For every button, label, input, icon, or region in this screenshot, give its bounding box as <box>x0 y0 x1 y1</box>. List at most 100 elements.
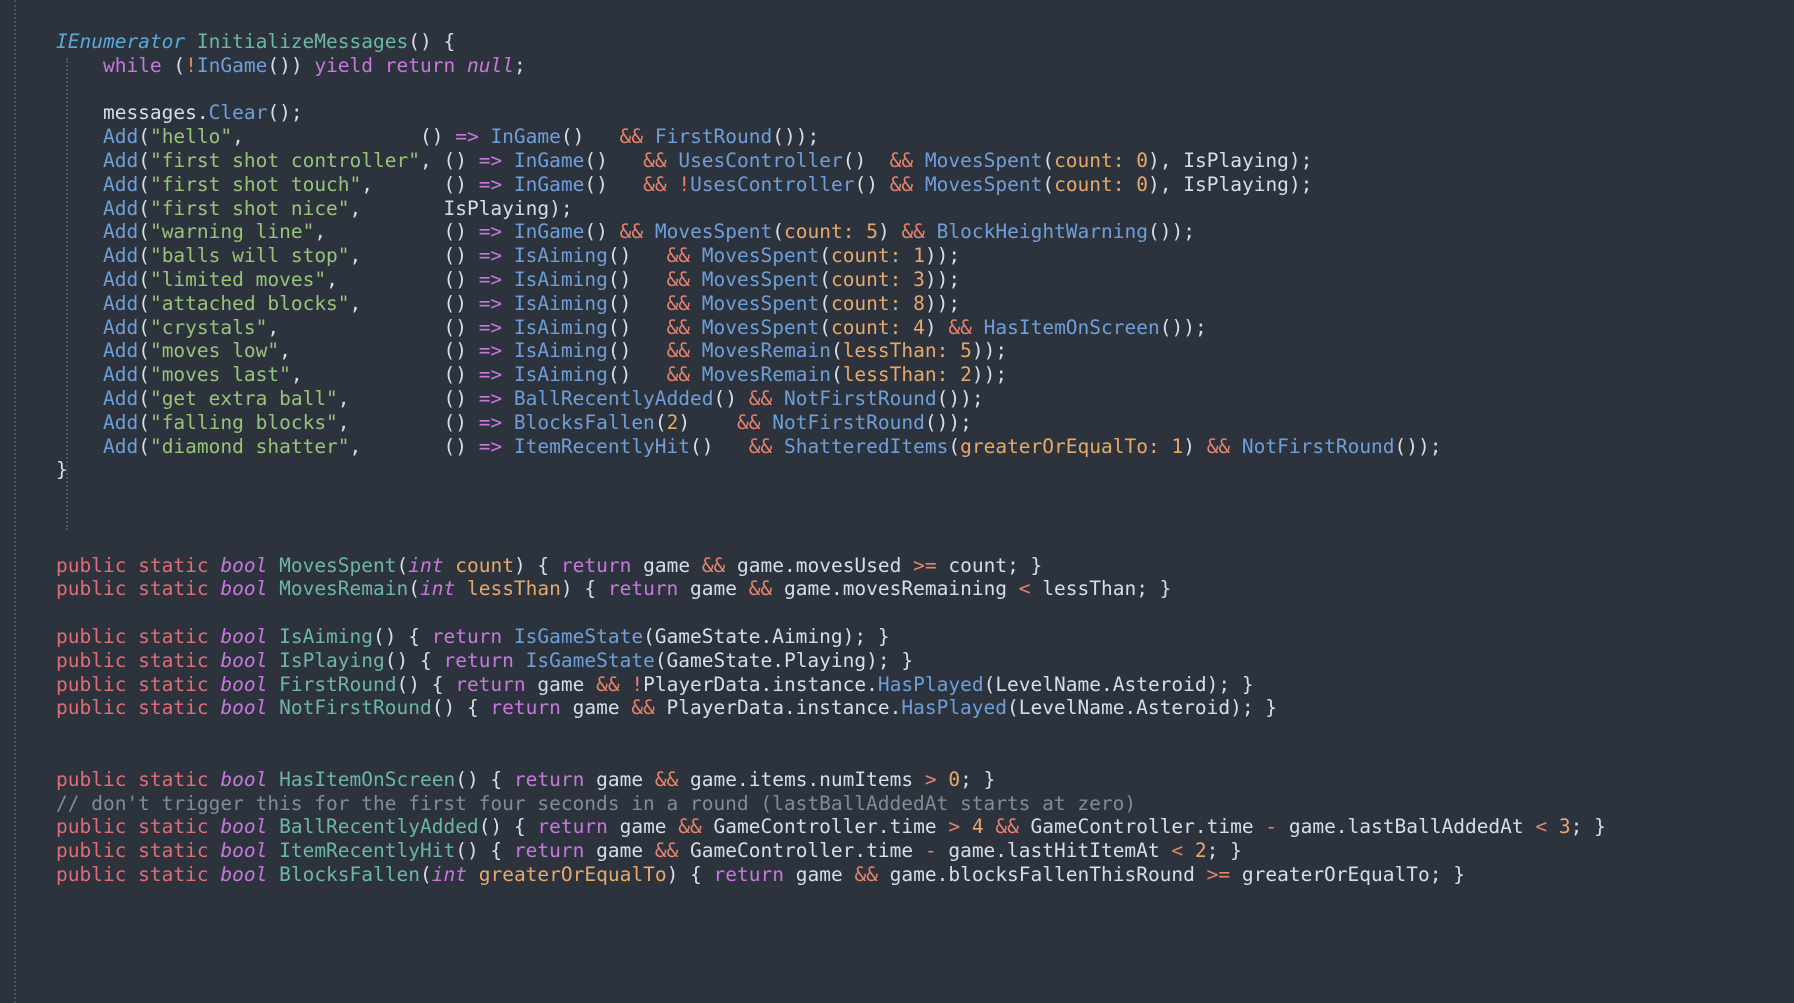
token-op: && <box>666 363 691 387</box>
token-punc: () { <box>455 767 514 791</box>
token-num: 0 <box>1136 148 1149 172</box>
token-op: && <box>748 577 773 601</box>
token-op: && <box>643 148 667 172</box>
token-punc: ( <box>819 315 831 339</box>
token-plain: game.lastBallAddedAt <box>1277 815 1536 839</box>
token-op: && <box>666 267 691 291</box>
token-call: FirstRound <box>654 125 773 149</box>
code-line: Add("moves last", () => IsAiming() && Mo… <box>56 363 1794 387</box>
token-plain: game.lastHitItemAt <box>936 839 1172 863</box>
code-line: Add("crystals", () => IsAiming() && Move… <box>56 316 1794 340</box>
token-call: NotFirstRound <box>772 410 925 434</box>
token-op: < <box>1535 815 1548 839</box>
token-punc: ()); <box>772 125 820 149</box>
token-num: 2 <box>960 363 972 387</box>
token-punc: ( <box>138 267 150 291</box>
code-line: public static bool MovesSpent(int count)… <box>56 554 1794 578</box>
token-call: ShatteredItems <box>783 434 949 458</box>
token-arrow: => <box>466 410 514 434</box>
token-op: >= <box>1206 862 1231 886</box>
token-op: && <box>854 862 878 886</box>
code-line: Add("diamond shatter", () => ItemRecentl… <box>56 435 1794 459</box>
token-punc: ( <box>161 53 186 77</box>
code-line: messages.Clear(); <box>56 101 1794 125</box>
token-punc: ()); <box>1394 434 1442 458</box>
token-param: count: <box>1054 148 1125 172</box>
code-line: Add("moves low", () => IsAiming() && Mov… <box>56 339 1794 363</box>
token-call: MovesRemain <box>701 339 831 363</box>
token-str: "balls will stop" <box>149 244 350 268</box>
token-mod: public static <box>56 696 209 720</box>
token-punc: ; <box>513 53 526 77</box>
token-kw: return <box>537 815 608 839</box>
code-editor[interactable]: IEnumerator InitializeMessages() { while… <box>0 0 1794 1003</box>
token-call: IsAiming <box>513 267 608 291</box>
token-op: && <box>643 172 667 196</box>
token-call: HasPlayed <box>901 696 1008 720</box>
token-punc: ), <box>1148 172 1184 196</box>
token-punc: ()); <box>1159 315 1207 339</box>
token-punc: () <box>560 125 585 149</box>
token-param: count <box>455 553 514 577</box>
token-punc: ) <box>1183 434 1207 458</box>
token-kw: return <box>713 862 784 886</box>
token-call: Add <box>102 339 139 363</box>
token-punc: ) { <box>560 577 608 601</box>
token-func: HasItemOnScreen <box>279 767 456 791</box>
token-punc: () <box>584 172 608 196</box>
token-call: InGame <box>196 53 268 77</box>
token-punc: ) { <box>513 553 561 577</box>
token-punc: () <box>443 172 467 196</box>
token-punc: () <box>854 172 878 196</box>
token-punc: ( <box>948 434 961 458</box>
token-punc: () <box>443 315 467 339</box>
token-mod: public static <box>56 767 209 791</box>
token-punc: ), <box>1148 148 1184 172</box>
token-call: Add <box>102 434 139 458</box>
code-content[interactable]: IEnumerator InitializeMessages() { while… <box>0 30 1794 887</box>
token-kwtype: bool <box>220 862 268 886</box>
token-kwtype: bool <box>220 696 268 720</box>
token-punc: , <box>232 125 420 149</box>
token-punc: , <box>361 172 444 196</box>
token-punc: ( <box>138 363 150 387</box>
token-punc: ( <box>138 172 150 196</box>
token-op: && <box>889 148 914 172</box>
code-line: public static bool IsAiming() { return I… <box>56 625 1794 649</box>
token-arrow: => <box>443 125 491 149</box>
token-call: InGame <box>513 148 585 172</box>
token-kwtype: bool <box>220 839 268 863</box>
token-num: 1 <box>1171 434 1184 458</box>
token-punc: )); <box>971 363 1008 387</box>
token-call: MovesSpent <box>701 291 820 315</box>
token-punc: () { <box>431 696 491 720</box>
token-punc: , <box>349 244 444 268</box>
token-call: Add <box>102 220 139 244</box>
